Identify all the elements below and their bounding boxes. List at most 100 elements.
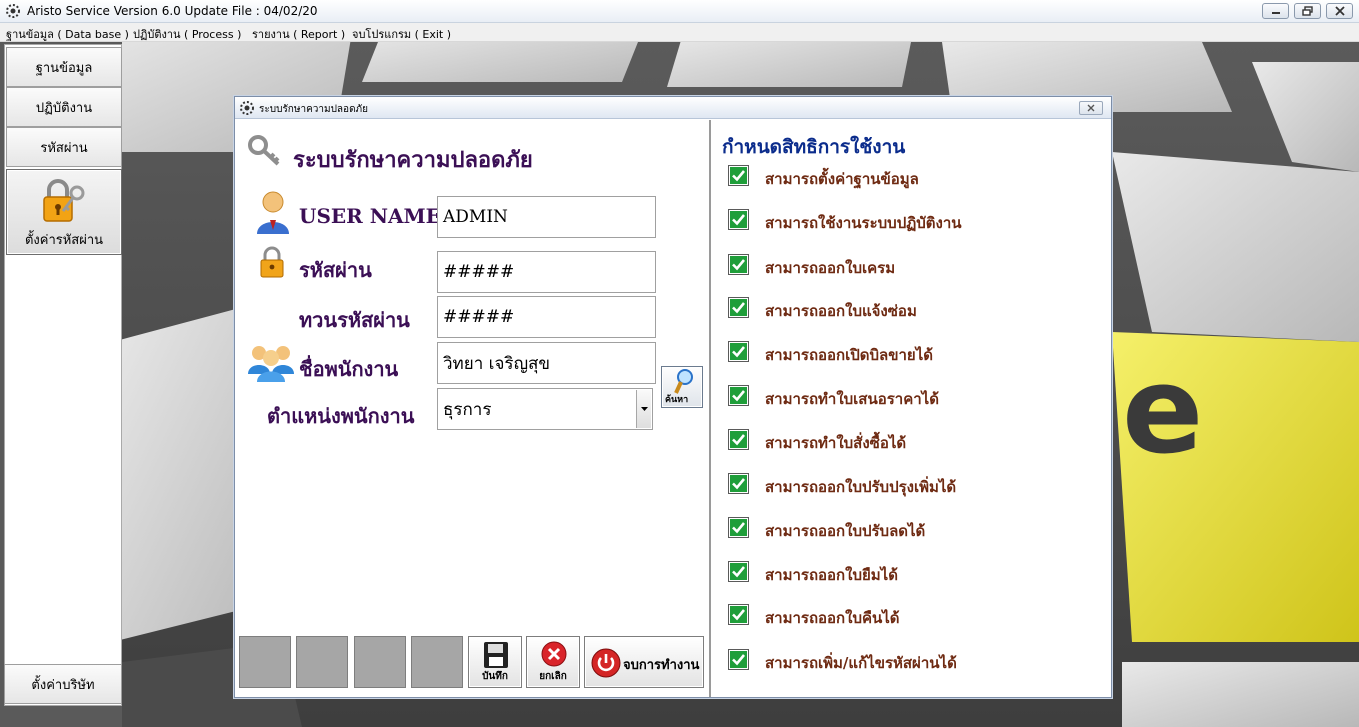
permission-checkbox[interactable] <box>728 385 749 406</box>
sidebar: ฐานข้อมูล ปฏิบัติงาน รหัสผ่าน ตั้งค่ารหั… <box>4 44 122 706</box>
permission-checkbox[interactable] <box>728 649 749 670</box>
users-group-icon <box>248 346 294 382</box>
confirm-password-value: ##### <box>443 307 515 327</box>
permissions-panel: กำหนดสิทธิการใช้งาน สามารถตั้งค่าฐานข้อม… <box>711 120 1111 697</box>
username-value: ADMIN <box>443 207 508 227</box>
dialog-close-button[interactable] <box>1079 101 1103 115</box>
employee-label: ชื่อพนักงาน <box>299 357 399 381</box>
position-value: ธุรการ <box>443 399 492 420</box>
checkmark-icon <box>730 256 747 273</box>
permission-label: สามารถทำใบสั่งซื้อได้ <box>765 434 907 452</box>
chevron-down-icon <box>640 407 648 411</box>
exit-button[interactable]: จบการทำงาน <box>584 636 704 688</box>
menu-exit[interactable]: จบโปรแกรม ( Exit ) <box>352 25 451 43</box>
empty-toolbar-slot <box>354 636 406 688</box>
restore-button[interactable] <box>1294 3 1321 19</box>
close-icon <box>1334 6 1345 16</box>
section-title: ระบบรักษาความปลอดภัย <box>293 147 533 173</box>
lock-keys-icon <box>43 179 85 222</box>
menu-process[interactable]: ปฏิบัติงาน ( Process ) <box>133 25 241 43</box>
minimize-button[interactable] <box>1262 3 1289 19</box>
checkmark-icon <box>730 651 747 668</box>
cancel-button[interactable]: ยกเลิก <box>526 636 580 688</box>
checkmark-icon <box>730 299 747 316</box>
checkmark-icon <box>730 519 747 536</box>
lock-icon <box>260 246 284 278</box>
permission-checkbox[interactable] <box>728 297 749 318</box>
permission-label: สามารถตั้งค่าฐานข้อมูล <box>765 170 919 188</box>
sidebar-item-process[interactable]: ปฏิบัติงาน <box>6 87 122 127</box>
user-form-panel: ระบบรักษาความปลอดภัย USER NAME ADMIN รหั… <box>235 120 709 697</box>
app-icon <box>240 101 254 115</box>
sidebar-item-label: ปฏิบัติงาน <box>35 100 93 116</box>
checkmark-icon <box>730 343 747 360</box>
username-field[interactable]: ADMIN <box>437 196 656 238</box>
dialog-title: ระบบรักษาความปลอดภัย <box>259 104 369 115</box>
sidebar-item-label: รหัสผ่าน <box>40 140 88 156</box>
password-field[interactable]: ##### <box>437 251 656 293</box>
permission-label: สามารถออกใบแจ้งซ่อม <box>765 302 917 320</box>
employee-search-button[interactable]: ค้นหา <box>661 366 703 408</box>
floppy-disk-icon <box>484 642 508 668</box>
save-button[interactable]: บันทึก <box>468 636 522 688</box>
user-icon <box>257 191 289 234</box>
permission-label: สามารถเพิ่ม/แก้ไขรหัสผ่านได้ <box>765 654 957 672</box>
permission-label: สามารถออกใบคืนได้ <box>765 609 900 627</box>
restore-icon <box>1302 6 1313 16</box>
permission-checkbox[interactable] <box>728 429 749 450</box>
cancel-button-label: ยกเลิก <box>539 671 567 682</box>
confirm-password-field[interactable]: ##### <box>437 296 656 338</box>
empty-toolbar-slot <box>296 636 348 688</box>
power-icon <box>591 648 621 678</box>
permission-checkbox[interactable] <box>728 604 749 625</box>
security-dialog: ระบบรักษาความปลอดภัย ระบบรักษาความปลอดภั… <box>234 96 1112 698</box>
dropdown-arrow[interactable] <box>636 390 651 428</box>
confirm-password-label: ทวนรหัสผ่าน <box>299 308 410 332</box>
sidebar-item-label: ตั้งค่าบริษัท <box>31 677 95 693</box>
permissions-heading: กำหนดสิทธิการใช้งาน <box>722 136 906 158</box>
close-window-button[interactable] <box>1326 3 1353 19</box>
exit-button-label: จบการทำงาน <box>623 658 700 673</box>
username-label: USER NAME <box>299 204 441 228</box>
permission-label: สามารถออกใบยืมได้ <box>765 566 898 584</box>
menu-report[interactable]: รายงาน ( Report ) <box>252 25 345 43</box>
checkmark-icon <box>730 563 747 580</box>
permission-label: สามารถใช้งานระบบปฏิบัติงาน <box>765 214 962 232</box>
key-icon <box>248 135 280 166</box>
sidebar-item-password[interactable]: รหัสผ่าน <box>6 127 122 167</box>
empty-toolbar-slot <box>411 636 463 688</box>
permission-checkbox[interactable] <box>728 341 749 362</box>
permission-checkbox[interactable] <box>728 517 749 538</box>
checkmark-icon <box>730 431 747 448</box>
position-label: ตำแหน่งพนักงาน <box>267 404 415 428</box>
permission-label: สามารถออกใบปรับปรุงเพิ่มได้ <box>765 478 957 496</box>
checkmark-icon <box>730 167 747 184</box>
svg-text:e: e <box>1122 342 1203 481</box>
position-select[interactable]: ธุรการ <box>437 388 653 430</box>
minimize-icon <box>1271 12 1280 14</box>
sidebar-item-company-settings[interactable]: ตั้งค่าบริษัท <box>4 664 122 704</box>
sidebar-item-label: ฐานข้อมูล <box>35 60 93 76</box>
permission-checkbox[interactable] <box>728 209 749 230</box>
permission-checkbox[interactable] <box>728 165 749 186</box>
menu-bar: ฐานข้อมูล ( Data base ) ปฏิบัติงาน ( Pro… <box>0 23 1359 42</box>
save-button-label: บันทึก <box>482 671 508 682</box>
permission-checkbox[interactable] <box>728 473 749 494</box>
sidebar-item-database[interactable]: ฐานข้อมูล <box>6 47 122 87</box>
permission-checkbox[interactable] <box>728 254 749 275</box>
window-title-bar: Aristo Service Version 6.0 Update File :… <box>0 0 1359 23</box>
employee-name-field[interactable]: วิทยา เจริญสุข <box>437 342 656 384</box>
checkmark-icon <box>730 475 747 492</box>
permission-label: สามารถออกใบปรับลดได้ <box>765 522 926 540</box>
permission-label: สามารถออกเปิดบิลขายได้ <box>765 346 933 364</box>
empty-toolbar-slot <box>239 636 291 688</box>
search-button-label: ค้นหา <box>665 395 689 405</box>
checkmark-icon <box>730 211 747 228</box>
permission-label: สามารถทำใบเสนอราคาได้ <box>765 390 939 408</box>
window-title: Aristo Service Version 6.0 Update File :… <box>27 4 318 18</box>
permission-checkbox[interactable] <box>728 561 749 582</box>
password-value: ##### <box>443 262 515 282</box>
menu-database[interactable]: ฐานข้อมูล ( Data base ) <box>6 25 129 43</box>
sidebar-item-password-settings[interactable]: ตั้งค่ารหัสผ่าน <box>6 169 122 255</box>
employee-name-value: วิทยา เจริญสุข <box>443 353 551 374</box>
